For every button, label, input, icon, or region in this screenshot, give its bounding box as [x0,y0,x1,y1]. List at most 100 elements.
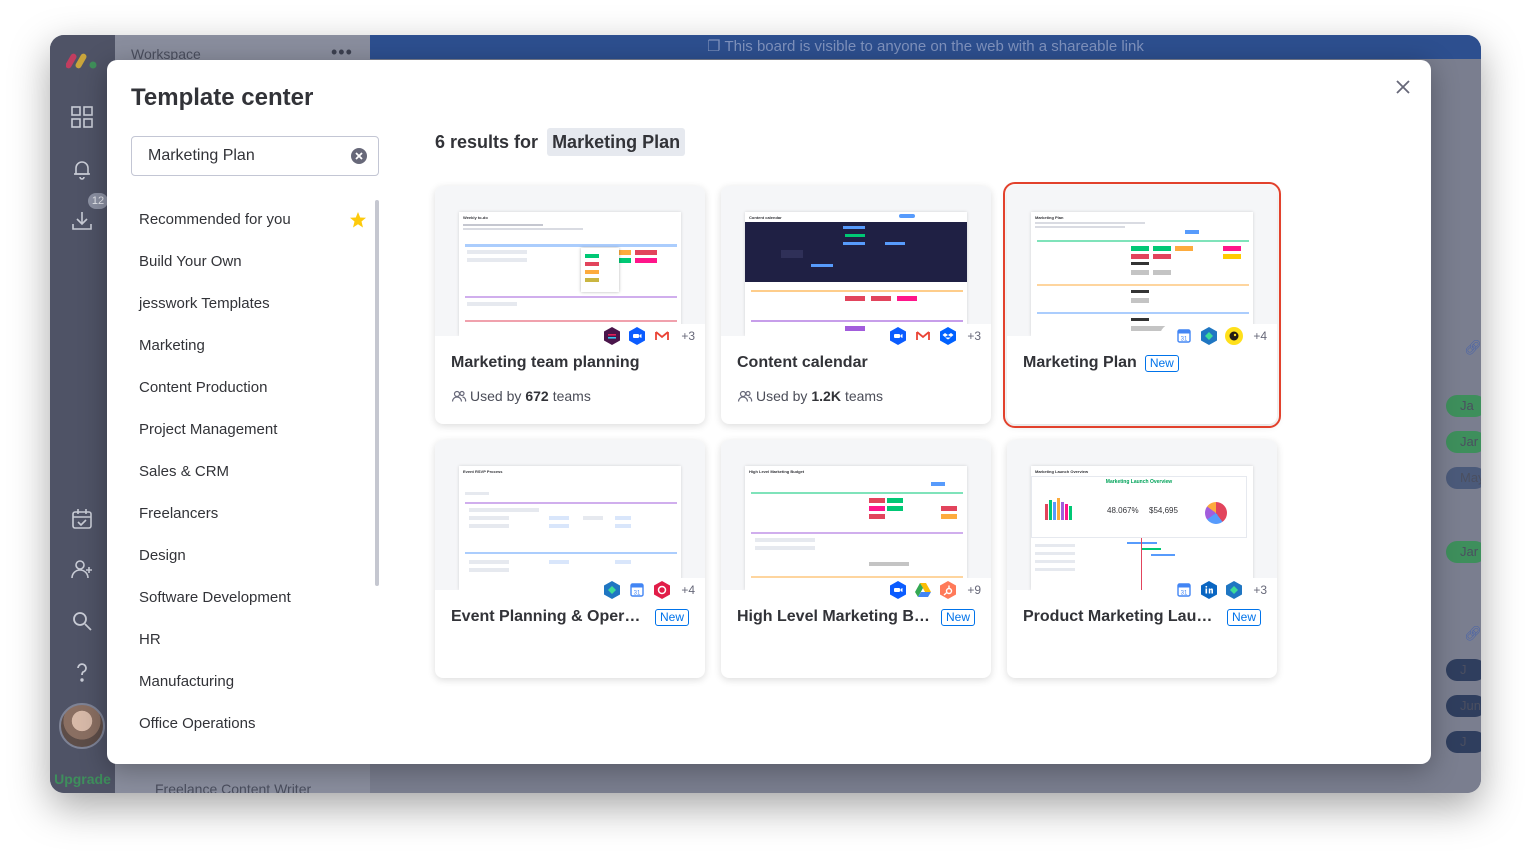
close-button[interactable] [1391,75,1415,99]
category-scrollbar[interactable] [375,200,379,586]
banner-text: This board is visible to anyone on the w… [724,38,1144,55]
thumbnail-board: Marketing Launch Overview Marketing Laun… [1031,466,1253,590]
add-user-icon[interactable] [68,555,96,583]
modal-title: Template center [131,84,314,111]
thumbnail-board: High Level Marketing Budget [745,466,967,590]
category-project-management[interactable]: Project Management [131,410,371,450]
integration-icons: 31 +4 [1160,324,1277,348]
thumbnail-title: Content calendar [749,215,782,220]
dashboard-stat: $54,695 [1149,506,1178,515]
template-search-input[interactable] [133,138,343,174]
category-label: Recommended for you [139,211,291,228]
person-pill: J [1446,731,1481,753]
more-integrations: +4 [1253,329,1267,343]
dropbox-icon [938,326,958,346]
used-by-count: 1.2K [811,388,841,404]
link-icon: 🔗︎ [1464,625,1481,641]
used-by: Used by 1.2K teams [737,388,883,404]
results-heading: 6 results for Marketing Plan [435,128,686,156]
thumbnail-board: Marketing Plan [1031,212,1253,336]
category-list: Recommended for you Build Your Own jessw… [131,200,373,740]
thumbnail-title: Event RSVP Process [463,469,503,474]
template-thumbnail: Marketing Launch Overview Marketing Laun… [1007,440,1277,590]
integration-icons: +3 [588,324,705,348]
svg-text:31: 31 [1181,591,1188,597]
category-build-your-own[interactable]: Build Your Own [131,242,371,282]
new-badge: New [654,608,689,626]
category-recommended[interactable]: Recommended for you [131,200,371,240]
more-integrations: +9 [967,583,981,597]
integration-icons: +9 [874,578,991,602]
google-calendar-icon: 31 [627,580,647,600]
used-by: Used by 672 teams [451,388,591,404]
results-count: 6 results for [435,132,539,152]
star-icon [350,212,366,228]
template-card[interactable]: High Level Marketing Budget +9 High Leve… [721,440,991,678]
template-card-selected[interactable]: Marketing Plan 31 +4 Marketing Plan New [1003,182,1281,428]
more-integrations: +3 [967,329,981,343]
used-by-prefix: Used by [756,388,808,404]
category-marketing[interactable]: Marketing [131,326,371,366]
dashboard-banner: Marketing Launch Overview [1105,479,1173,485]
search-icon[interactable] [68,607,96,635]
thumbnail-title: Marketing Launch Overview [1035,469,1089,474]
svg-text:31: 31 [634,591,641,597]
zoom-icon [627,326,647,346]
person-pill: May [1446,467,1481,489]
category-sales-crm[interactable]: Sales & CRM [131,452,371,492]
grid-icon[interactable] [68,103,96,131]
card-title: Product Marketing Launch New [1023,608,1261,626]
person-pill: Ja [1446,395,1481,417]
category-content-production[interactable]: Content Production [131,368,371,408]
board-list-item[interactable]: Freelance Content Writer [155,781,311,793]
used-by-count: 672 [525,388,549,404]
thumbnail-title: High Level Marketing Budget [749,469,805,474]
used-by-suffix: teams [552,388,591,404]
person-pill: Jun [1446,695,1481,717]
template-card[interactable]: Marketing Launch Overview Marketing Laun… [1007,440,1277,678]
category-software-development[interactable]: Software Development [131,578,371,618]
thumbnail-title: Weekly to-do [463,215,488,220]
close-icon [1396,80,1410,94]
left-rail: 12 Upgrade [50,35,115,793]
bell-icon[interactable] [68,155,96,183]
user-avatar[interactable] [59,703,105,749]
person-pill: Jar [1446,541,1481,563]
thumbnail-board: Weekly to-do [459,212,681,336]
template-card[interactable]: Weekly to-do +3 Marketing team planning … [435,186,705,424]
thumbnail-board: Content calendar [745,212,967,336]
search-box [131,136,379,176]
slack-icon [602,326,622,346]
thumbnail-board: Event RSVP Process [459,466,681,590]
person-pill: Jar [1446,431,1481,453]
new-badge: New [940,608,975,626]
template-thumbnail: High Level Marketing Budget [721,440,991,590]
hex-app-icon [1199,326,1219,346]
clear-search-icon[interactable] [350,147,368,165]
template-card[interactable]: Event RSVP Process 31 +4 Event Planning … [435,440,705,678]
help-icon[interactable] [68,659,96,687]
card-title: Content calendar [737,354,868,371]
more-integrations: +4 [681,583,695,597]
red-hex-icon [652,580,672,600]
upgrade-link[interactable]: Upgrade [50,771,115,787]
inbox-download-icon[interactable] [68,207,96,235]
new-badge: New [1226,608,1261,626]
share-icon: ❐ [707,38,725,55]
used-by-suffix: teams [844,388,884,404]
google-calendar-icon: 31 [1174,580,1194,600]
template-thumbnail: Event RSVP Process [435,440,705,590]
hex-app-icon [1224,580,1244,600]
hubspot-icon [938,580,958,600]
category-freelancers[interactable]: Freelancers [131,494,371,534]
category-jesswork-templates[interactable]: jesswork Templates [131,284,371,324]
more-integrations: +3 [681,329,695,343]
category-design[interactable]: Design [131,536,371,576]
template-card[interactable]: Content calendar +3 Content calendar Use… [721,186,991,424]
category-office-operations[interactable]: Office Operations [131,704,371,740]
calendar-check-icon[interactable] [68,505,96,533]
linkedin-icon [1199,580,1219,600]
zoom-icon [888,326,908,346]
category-hr[interactable]: HR [131,620,371,660]
category-manufacturing[interactable]: Manufacturing [131,662,371,702]
